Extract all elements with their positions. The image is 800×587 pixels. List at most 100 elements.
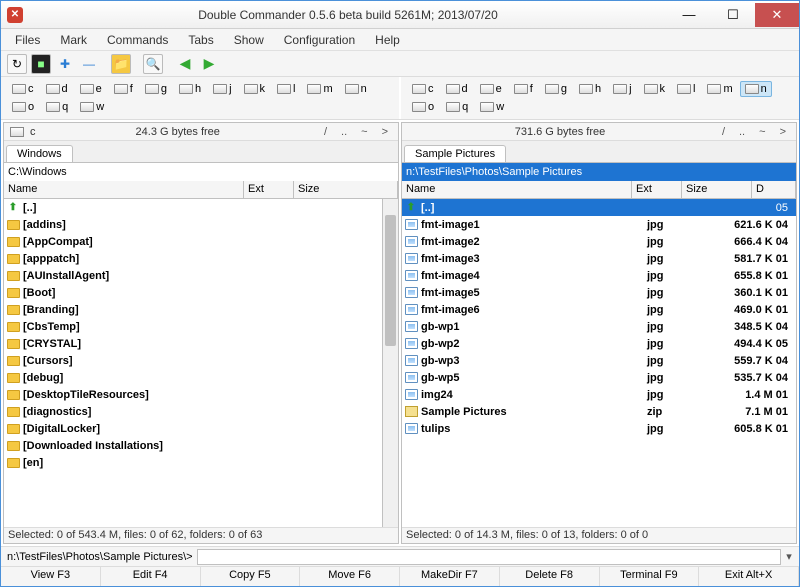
drive-c[interactable]: c bbox=[407, 81, 439, 97]
col-size[interactable]: Size bbox=[682, 181, 752, 198]
right-path[interactable]: n:\TestFiles\Photos\Sample Pictures bbox=[402, 163, 796, 181]
fkey-delete[interactable]: Delete F8 bbox=[500, 567, 600, 586]
drive-f[interactable]: f bbox=[109, 81, 138, 97]
parent-dir-row[interactable]: ⬆[..] 05 bbox=[402, 199, 796, 216]
left-file-list[interactable]: ⬆[..][addins][AppCompat][apppatch][AUIns… bbox=[4, 199, 382, 527]
drive-o[interactable]: o bbox=[407, 99, 439, 115]
file-row[interactable]: fmt-image5jpg360.1 K 01 bbox=[402, 284, 796, 301]
file-row[interactable]: tulipsjpg605.8 K 01 bbox=[402, 420, 796, 437]
col-name[interactable]: Name bbox=[402, 181, 632, 198]
menu-commands[interactable]: Commands bbox=[99, 31, 176, 49]
menu-show[interactable]: Show bbox=[226, 31, 272, 49]
file-row[interactable]: [Cursors] bbox=[4, 352, 382, 369]
drive-k[interactable]: k bbox=[639, 81, 671, 97]
drive-e[interactable]: e bbox=[75, 81, 107, 97]
fkey-makedir[interactable]: MakeDir F7 bbox=[400, 567, 500, 586]
drive-j[interactable]: j bbox=[608, 81, 636, 97]
fkey-move[interactable]: Move F6 bbox=[300, 567, 400, 586]
menu-mark[interactable]: Mark bbox=[52, 31, 95, 49]
menu-configuration[interactable]: Configuration bbox=[276, 31, 363, 49]
right-tab[interactable]: Sample Pictures bbox=[404, 145, 506, 162]
drive-l[interactable]: l bbox=[272, 81, 300, 97]
file-row[interactable]: gb-wp1jpg348.5 K 04 bbox=[402, 318, 796, 335]
file-row[interactable]: [DesktopTileResources] bbox=[4, 386, 382, 403]
nav-forward-button[interactable]: ▶ bbox=[199, 54, 219, 74]
nav-back-button[interactable]: ◀ bbox=[175, 54, 195, 74]
nav-home[interactable]: ~ bbox=[755, 126, 769, 138]
col-ext[interactable]: Ext bbox=[244, 181, 294, 198]
file-row[interactable]: fmt-image3jpg581.7 K 01 bbox=[402, 250, 796, 267]
close-button[interactable]: ✕ bbox=[755, 3, 799, 27]
left-scrollbar[interactable] bbox=[382, 199, 398, 527]
file-row[interactable]: fmt-image4jpg655.8 K 01 bbox=[402, 267, 796, 284]
file-row[interactable]: [AUInstallAgent] bbox=[4, 267, 382, 284]
command-input[interactable] bbox=[197, 549, 781, 565]
refresh-button[interactable]: ↻ bbox=[7, 54, 27, 74]
drive-h[interactable]: h bbox=[574, 81, 606, 97]
file-row[interactable]: gb-wp3jpg559.7 K 04 bbox=[402, 352, 796, 369]
file-row[interactable]: [diagnostics] bbox=[4, 403, 382, 420]
drive-e[interactable]: e bbox=[475, 81, 507, 97]
right-file-list[interactable]: ⬆[..] 05fmt-image1jpg621.6 K 04fmt-image… bbox=[402, 199, 796, 527]
file-row[interactable]: [apppatch] bbox=[4, 250, 382, 267]
drive-q[interactable]: q bbox=[441, 99, 473, 115]
plus-button[interactable]: ✚ bbox=[55, 54, 75, 74]
nav-root[interactable]: / bbox=[718, 126, 729, 138]
menu-files[interactable]: Files bbox=[7, 31, 48, 49]
left-path[interactable]: C:\Windows bbox=[4, 163, 398, 181]
left-tab[interactable]: Windows bbox=[6, 145, 73, 162]
nav-up[interactable]: .. bbox=[337, 126, 351, 138]
drive-d[interactable]: d bbox=[41, 81, 73, 97]
fkey-exit[interactable]: Exit Alt+X bbox=[699, 567, 799, 586]
col-size[interactable]: Size bbox=[294, 181, 398, 198]
drive-w[interactable]: w bbox=[75, 99, 109, 115]
file-row[interactable]: [debug] bbox=[4, 369, 382, 386]
file-row[interactable]: fmt-image2jpg666.4 K 04 bbox=[402, 233, 796, 250]
drive-k[interactable]: k bbox=[239, 81, 271, 97]
drive-c[interactable]: c bbox=[7, 81, 39, 97]
parent-dir-row[interactable]: ⬆[..] bbox=[4, 199, 382, 216]
drive-g[interactable]: g bbox=[140, 81, 172, 97]
file-row[interactable]: [addins] bbox=[4, 216, 382, 233]
col-ext[interactable]: Ext bbox=[632, 181, 682, 198]
file-row[interactable]: [en] bbox=[4, 454, 382, 471]
menu-tabs[interactable]: Tabs bbox=[180, 31, 221, 49]
nav-root[interactable]: / bbox=[320, 126, 331, 138]
drive-w[interactable]: w bbox=[475, 99, 509, 115]
search-button[interactable]: 🔍 bbox=[143, 54, 163, 74]
terminal-button[interactable]: ■ bbox=[31, 54, 51, 74]
drive-j[interactable]: j bbox=[208, 81, 236, 97]
drive-l[interactable]: l bbox=[672, 81, 700, 97]
drive-f[interactable]: f bbox=[509, 81, 538, 97]
drive-g[interactable]: g bbox=[540, 81, 572, 97]
drive-m[interactable]: m bbox=[302, 81, 337, 97]
file-row[interactable]: gb-wp5jpg535.7 K 04 bbox=[402, 369, 796, 386]
minus-button[interactable]: — bbox=[79, 54, 99, 74]
drive-n[interactable]: n bbox=[340, 81, 372, 97]
drive-n[interactable]: n bbox=[740, 81, 772, 97]
minimize-button[interactable]: — bbox=[667, 3, 711, 27]
drive-h[interactable]: h bbox=[174, 81, 206, 97]
nav-home[interactable]: ~ bbox=[357, 126, 371, 138]
file-row[interactable]: [CbsTemp] bbox=[4, 318, 382, 335]
file-row[interactable]: img24jpg1.4 M 01 bbox=[402, 386, 796, 403]
nav-history[interactable]: > bbox=[378, 126, 392, 138]
file-row[interactable]: [Downloaded Installations] bbox=[4, 437, 382, 454]
menu-help[interactable]: Help bbox=[367, 31, 408, 49]
file-row[interactable]: [DigitalLocker] bbox=[4, 420, 382, 437]
nav-up[interactable]: .. bbox=[735, 126, 749, 138]
file-row[interactable]: Sample Pictureszip7.1 M 01 bbox=[402, 403, 796, 420]
col-date[interactable]: D bbox=[752, 181, 796, 198]
fkey-view[interactable]: View F3 bbox=[1, 567, 101, 586]
drive-q[interactable]: q bbox=[41, 99, 73, 115]
fkey-edit[interactable]: Edit F4 bbox=[101, 567, 201, 586]
drive-d[interactable]: d bbox=[441, 81, 473, 97]
file-row[interactable]: gb-wp2jpg494.4 K 05 bbox=[402, 335, 796, 352]
col-name[interactable]: Name bbox=[4, 181, 244, 198]
drive-o[interactable]: o bbox=[7, 99, 39, 115]
nav-history[interactable]: > bbox=[776, 126, 790, 138]
file-row[interactable]: [Branding] bbox=[4, 301, 382, 318]
file-row[interactable]: [CRYSTAL] bbox=[4, 335, 382, 352]
file-row[interactable]: [Boot] bbox=[4, 284, 382, 301]
drive-m[interactable]: m bbox=[702, 81, 737, 97]
